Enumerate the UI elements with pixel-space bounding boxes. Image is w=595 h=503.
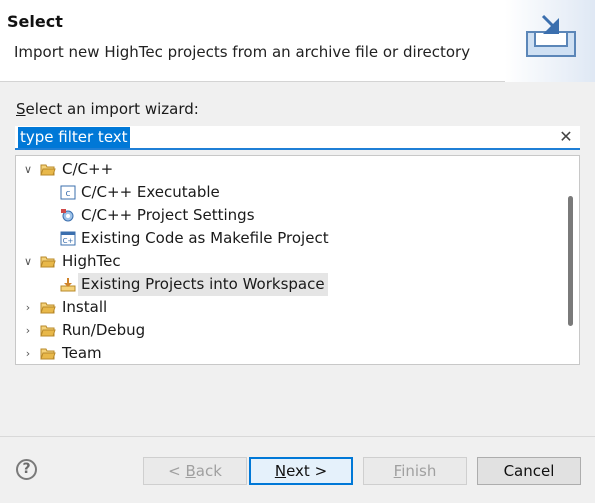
tree-item-cpp-executable[interactable]: c C/C++ Executable	[60, 181, 560, 204]
help-icon[interactable]: ?	[16, 459, 37, 480]
tree-item-existing-projects[interactable]: Existing Projects into Workspace	[60, 273, 560, 296]
import-wizard-prompt: Select an import wizard:	[16, 100, 199, 118]
cancel-button[interactable]: Cancel	[477, 457, 581, 485]
tree-item-cpp[interactable]: ∨ C/C++	[22, 158, 562, 181]
chevron-right-icon[interactable]: ›	[22, 319, 34, 342]
page-title: Select	[7, 12, 63, 31]
tree-item-label: Run/Debug	[62, 321, 146, 339]
svg-text:C+: C+	[63, 237, 74, 245]
chevron-down-icon[interactable]: ∨	[22, 158, 34, 181]
chevron-right-icon[interactable]: ›	[22, 342, 34, 364]
folder-open-icon	[40, 256, 56, 268]
tree-item-hightec[interactable]: ∨ HighTec	[22, 250, 562, 273]
folder-open-icon	[40, 348, 56, 360]
vertical-scrollbar[interactable]	[563, 156, 579, 364]
import-project-icon	[60, 278, 76, 292]
tree-item-label: C/C++ Project Settings	[81, 206, 255, 224]
tree-item-label: C/C++ Executable	[81, 183, 220, 201]
tree-item-label: Existing Projects into Workspace	[78, 273, 328, 296]
makefile-project-icon: C+	[60, 231, 76, 246]
filter-input-text[interactable]: type filter text	[18, 127, 130, 148]
back-button[interactable]: < Back	[143, 457, 247, 485]
page-description: Import new HighTec projects from an arch…	[14, 43, 471, 61]
scrollbar-thumb[interactable]	[568, 196, 573, 326]
header-banner	[505, 0, 595, 82]
chevron-down-icon[interactable]: ∨	[22, 250, 34, 273]
footer-divider	[0, 436, 595, 437]
tree-item-run-debug[interactable]: › Run/Debug	[22, 319, 562, 342]
folder-open-icon	[40, 302, 56, 314]
settings-icon	[61, 209, 74, 222]
import-wizard-icon	[526, 14, 576, 57]
tree-item-label: HighTec	[62, 252, 121, 270]
tree-item-label: Existing Code as Makefile Project	[81, 229, 329, 247]
chevron-right-icon[interactable]: ›	[22, 296, 34, 319]
folder-open-icon	[40, 164, 56, 176]
tree-item-makefile-project[interactable]: C+ Existing Code as Makefile Project	[60, 227, 560, 250]
wizard-header: Select Import new HighTec projects from …	[0, 0, 595, 82]
svg-text:c: c	[66, 189, 71, 199]
next-button[interactable]: Next >	[249, 457, 353, 485]
tree-item-label: Team	[62, 344, 102, 362]
tree-item-label: C/C++	[62, 160, 114, 178]
tree-item-install[interactable]: › Install	[22, 296, 562, 319]
finish-button[interactable]: Finish	[363, 457, 467, 485]
folder-open-icon	[40, 325, 56, 337]
tree-item-label: Install	[62, 298, 108, 316]
tree-item-team[interactable]: › Team	[22, 342, 562, 364]
clear-filter-icon[interactable]: ✕	[558, 127, 574, 147]
executable-icon: c	[60, 185, 76, 200]
wizard-tree[interactable]: ∨ C/C++ c C/C++ Executable C/C++ Project…	[15, 155, 580, 365]
filter-input[interactable]: type filter text ✕	[15, 126, 580, 150]
tree-item-cpp-project-settings[interactable]: C/C++ Project Settings	[60, 204, 560, 227]
